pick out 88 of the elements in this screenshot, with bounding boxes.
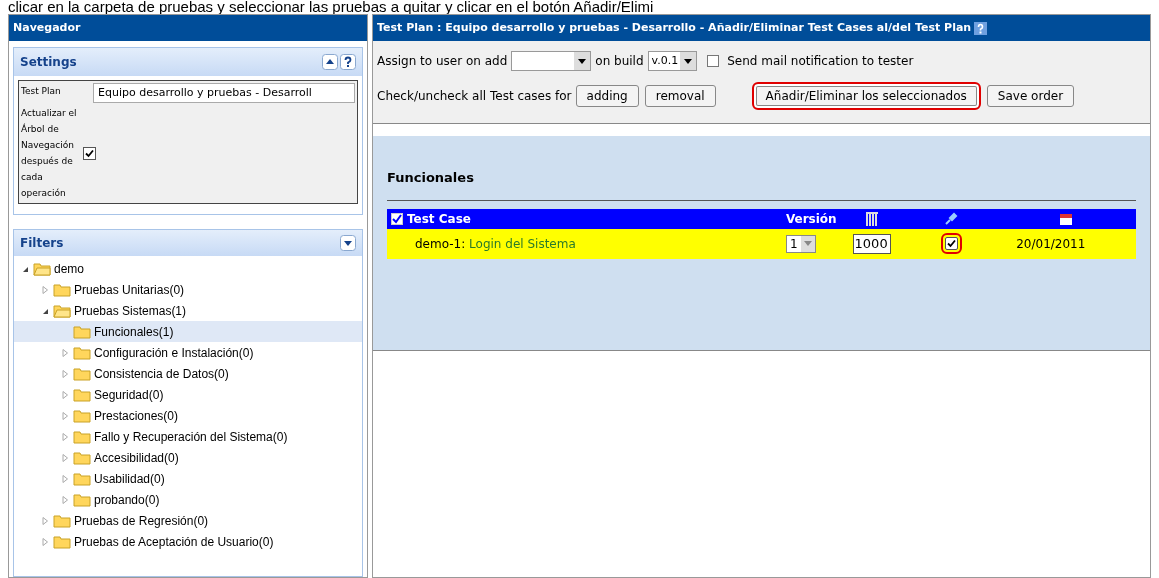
tree-label: Consistencia de Datos(0) (94, 365, 229, 383)
column-header: Test Case (407, 210, 471, 228)
tree-label: probando(0) (94, 491, 160, 509)
column-bars-icon (865, 211, 878, 226)
field-label: Test Plan (21, 85, 62, 98)
folder-icon (73, 450, 91, 465)
folder-icon (53, 513, 71, 528)
collapse-icon[interactable] (322, 54, 338, 70)
tree-label: Prestaciones(0) (94, 407, 179, 425)
action-button[interactable]: Save order (986, 85, 1075, 107)
checkbox-icon[interactable] (391, 212, 403, 225)
tree-item[interactable]: Configuración e Instalación(0) (14, 342, 362, 363)
tree-label: Usabilidad(0) (94, 470, 165, 488)
action-button[interactable]: removal (644, 85, 716, 107)
test-plan-select[interactable]: Equipo desarrollo y pruebas - Desarroll (93, 83, 355, 103)
collapsed-arrow-icon[interactable] (60, 473, 70, 484)
tree-item[interactable]: Funcionales(1) (14, 321, 362, 342)
field-label: on build (595, 53, 644, 70)
field-label: Actualizar el Árbol de Navegación después de cada operación (21, 107, 78, 200)
tree-item[interactable]: Pruebas Sistemas(1) (14, 300, 362, 321)
date-text: 20/01/2011 (1016, 236, 1086, 251)
collapsed-arrow-icon[interactable] (60, 368, 70, 379)
collapsed-arrow-icon[interactable] (60, 410, 70, 421)
tree-label: Pruebas de Aceptación de Usuario(0) (74, 533, 274, 551)
tree-label: demo (54, 260, 85, 278)
collapsed-arrow-icon[interactable] (40, 536, 50, 547)
folder-icon (73, 492, 91, 507)
user-select[interactable] (511, 51, 592, 71)
field-label: Send mail notification to tester (727, 53, 914, 70)
folder-icon (33, 261, 51, 276)
action-button[interactable]: adding (575, 85, 639, 107)
folder-icon (73, 387, 91, 402)
tree-item[interactable]: Accesibilidad(0) (14, 447, 362, 468)
expand-icon[interactable] (340, 235, 356, 251)
collapsed-arrow-icon[interactable] (60, 347, 70, 358)
help-icon[interactable] (974, 21, 988, 35)
collapsed-arrow-icon[interactable] (60, 494, 70, 505)
tree-item[interactable]: probando(0) (14, 489, 362, 510)
field-label: Assign to user on add (377, 53, 508, 70)
help-icon[interactable] (340, 54, 356, 70)
tree-label: Accesibilidad(0) (94, 449, 179, 467)
folder-icon (73, 345, 91, 360)
tree-item[interactable]: Consistencia de Datos(0) (14, 363, 362, 384)
tree-item[interactable]: Prestaciones(0) (14, 405, 362, 426)
action-button[interactable]: Añadir/Eliminar los seleccionados (751, 82, 981, 110)
tree-label: Pruebas Sistemas(1) (74, 302, 187, 320)
tree-item[interactable]: demo (14, 258, 362, 279)
tree-label: Seguridad(0) (94, 386, 164, 404)
tree-label: Fallo y Recuperación del Sistema(0) (94, 428, 288, 446)
tree-item[interactable]: Usabilidad(0) (14, 468, 362, 489)
folder-icon (73, 471, 91, 486)
checkbox[interactable] (707, 55, 720, 67)
column-header: Versión (785, 211, 837, 226)
tree-label: Funcionales(1) (94, 323, 174, 341)
folder-icon (73, 408, 91, 423)
section-title: Settings (20, 54, 77, 71)
collapsed-arrow-icon[interactable] (60, 452, 70, 463)
collapsed-arrow-icon[interactable] (60, 389, 70, 400)
field-label: Check/uncheck all Test cases for (377, 88, 572, 105)
folder-icon (73, 429, 91, 444)
test-case-id: demo-1: (415, 236, 466, 251)
folder-icon (73, 366, 91, 381)
tree-label: Pruebas de Regresión(0) (74, 512, 209, 530)
order-input[interactable]: 1000 (852, 233, 891, 254)
folder-icon (53, 534, 71, 549)
folder-icon (53, 303, 71, 318)
folder-icon (73, 324, 91, 339)
panel-header: Navegador (9, 15, 367, 41)
plug-icon (944, 211, 959, 226)
calendar-icon (1059, 211, 1074, 226)
collapsed-arrow-icon[interactable] (60, 431, 70, 442)
tree-label: Configuración e Instalación(0) (94, 344, 254, 362)
section-title: Funcionales (387, 136, 1136, 201)
panel-title: Test Plan : Equipo desarrollo y pruebas - Desarrollo - Añadir/Eliminar Test Cases al/del Test Plan (377, 19, 972, 36)
tree-item[interactable]: Fallo y Recuperación del Sistema(0) (14, 426, 362, 447)
test-case-link[interactable]: Login del Sistema (469, 236, 576, 251)
build-select[interactable]: v.0.1 (647, 51, 698, 71)
collapsed-arrow-icon[interactable] (40, 515, 50, 526)
tree-item[interactable]: Seguridad(0) (14, 384, 362, 405)
tree-item[interactable]: Pruebas Unitarias(0) (14, 279, 362, 300)
checkbox[interactable] (83, 146, 96, 160)
tree-item[interactable]: Pruebas de Regresión(0) (14, 510, 362, 531)
version-select[interactable]: 1 (785, 234, 816, 253)
tree-label: Pruebas Unitarias(0) (74, 281, 185, 299)
section-title: Filters (20, 235, 64, 252)
collapsed-arrow-icon[interactable] (40, 284, 50, 295)
tree-item[interactable]: Pruebas de Aceptación de Usuario(0) (14, 531, 362, 552)
folder-icon (53, 282, 71, 297)
